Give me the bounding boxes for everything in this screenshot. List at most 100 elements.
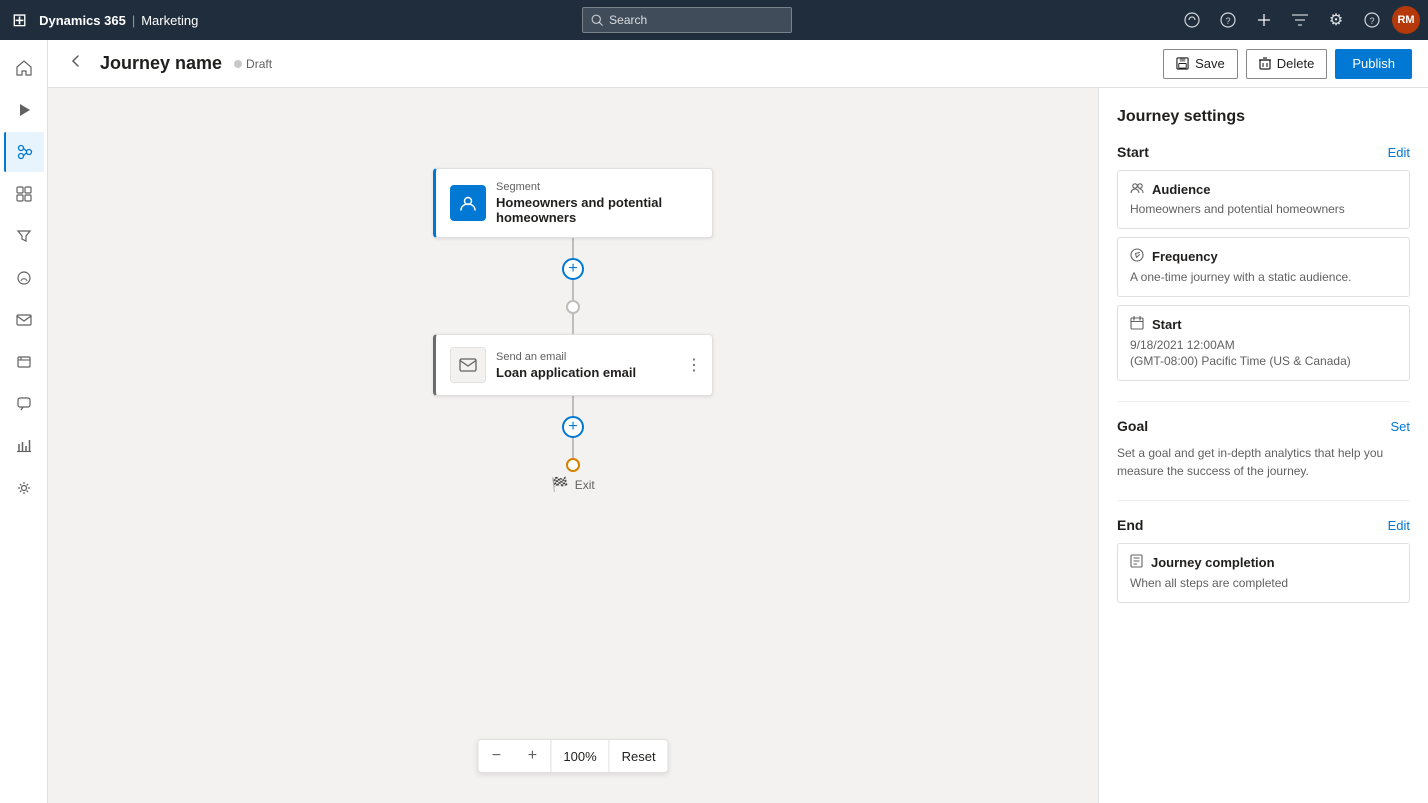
completion-card-icon	[1130, 554, 1143, 571]
audience-card-header: Audience	[1130, 181, 1397, 197]
brand-name: Dynamics 365	[39, 13, 126, 28]
start-edit-link[interactable]: Edit	[1388, 145, 1410, 160]
line-1b	[572, 280, 574, 300]
sidebar-item-email[interactable]	[4, 300, 44, 340]
header-actions: Save Delete Publish	[1163, 49, 1412, 79]
frequency-card-icon	[1130, 248, 1144, 265]
help-icon: ?	[1220, 12, 1236, 28]
insight-icon-btn[interactable]	[1176, 4, 1208, 36]
help-icon-btn[interactable]: ?	[1212, 4, 1244, 36]
sidebar-item-home[interactable]	[4, 48, 44, 88]
add-icon	[1257, 13, 1271, 27]
left-sidebar	[0, 40, 48, 803]
line-1c	[572, 314, 574, 334]
line-2b	[572, 438, 574, 458]
completion-card: Journey completion When all steps are co…	[1117, 543, 1410, 603]
audience-card: Audience Homeowners and potential homeow…	[1117, 170, 1410, 229]
settings-panel: Journey settings Start Edit Audience	[1098, 88, 1428, 803]
draft-dot	[234, 60, 242, 68]
start-time-card: Start 9/18/2021 12:00AM (GMT-08:00) Paci…	[1117, 305, 1410, 382]
zoom-controls: − + 100% Reset	[477, 739, 668, 773]
start-section-title: Start	[1117, 144, 1149, 160]
sidebar-item-funnels[interactable]	[4, 216, 44, 256]
segment-step-name: Homeowners and potential homeowners	[496, 195, 698, 225]
email-step-name: Loan application email	[496, 365, 698, 380]
sidebar-item-chat[interactable]	[4, 384, 44, 424]
settings-divider-2	[1117, 500, 1410, 501]
end-section-title: End	[1117, 517, 1143, 533]
waffle-icon[interactable]: ⊞	[8, 6, 31, 35]
sidebar-item-config[interactable]	[4, 468, 44, 508]
exit-label: Exit	[575, 478, 595, 492]
avatar[interactable]: RM	[1392, 6, 1420, 34]
canvas-area[interactable]: Segment Homeowners and potential homeown…	[48, 88, 1098, 803]
sidebar-item-golive[interactable]	[4, 90, 44, 130]
connector-1: +	[562, 238, 584, 334]
frequency-card-value: A one-time journey with a static audienc…	[1130, 269, 1397, 286]
end-section: End Edit Journey completion When all ste…	[1117, 517, 1410, 603]
circle-node-1	[566, 300, 580, 314]
publish-button[interactable]: Publish	[1335, 49, 1412, 79]
insights-icon	[1184, 12, 1200, 28]
email-step-menu[interactable]: ⋮	[686, 355, 702, 375]
journey-canvas: Segment Homeowners and potential homeown…	[48, 88, 1098, 803]
start-time-card-header: Start	[1130, 316, 1397, 333]
top-nav-icons: ? ⚙ ? RM	[1176, 4, 1420, 36]
settings-icon-btn[interactable]: ⚙	[1320, 4, 1352, 36]
segment-step-type: Segment	[496, 181, 698, 193]
goal-description: Set a goal and get in-depth analytics th…	[1117, 444, 1410, 480]
delete-label: Delete	[1277, 56, 1315, 71]
circle-node-exit	[566, 458, 580, 472]
filter-icon	[1292, 14, 1308, 26]
journey-flow: Segment Homeowners and potential homeown…	[433, 168, 713, 493]
svg-text:?: ?	[1369, 16, 1374, 26]
zoom-out-button[interactable]: −	[478, 740, 514, 772]
sidebar-item-ai[interactable]	[4, 258, 44, 298]
delete-button[interactable]: Delete	[1246, 49, 1328, 79]
start-section: Start Edit Audience Homeowners and poten…	[1117, 144, 1410, 381]
search-placeholder: Search	[609, 13, 647, 27]
audience-card-value: Homeowners and potential homeowners	[1130, 201, 1397, 218]
sidebar-item-segments[interactable]	[4, 174, 44, 214]
save-label: Save	[1195, 56, 1225, 71]
email-icon	[459, 358, 477, 372]
question-icon-btn[interactable]: ?	[1356, 4, 1388, 36]
zoom-in-button[interactable]: +	[514, 740, 550, 772]
segment-step-card[interactable]: Segment Homeowners and potential homeown…	[433, 168, 713, 238]
add-step-button-1[interactable]: +	[562, 258, 584, 280]
connector-2: +	[562, 396, 584, 472]
add-step-button-2[interactable]: +	[562, 416, 584, 438]
zoom-level-display: 100%	[550, 740, 609, 772]
page-title: Journey name	[100, 53, 222, 74]
start-time-card-icon	[1130, 316, 1144, 333]
exit-node: 🏁 Exit	[551, 476, 594, 493]
sidebar-item-journeys[interactable]	[4, 132, 44, 172]
sidebar-item-analytics[interactable]	[4, 426, 44, 466]
start-section-header: Start Edit	[1117, 144, 1410, 160]
email-step-card[interactable]: Send an email Loan application email ⋮	[433, 334, 713, 396]
email-step-type: Send an email	[496, 351, 698, 363]
filter-icon-btn[interactable]	[1284, 4, 1316, 36]
audience-card-title: Audience	[1152, 182, 1211, 197]
goal-set-link[interactable]: Set	[1390, 419, 1410, 434]
main-content: Journey name Draft Save Delete Publish	[48, 40, 1428, 803]
end-edit-link[interactable]: Edit	[1388, 518, 1410, 533]
exit-flag-icon: 🏁	[551, 476, 568, 493]
draft-label: Draft	[246, 57, 272, 71]
goal-section: Goal Set Set a goal and get in-depth ana…	[1117, 418, 1410, 480]
canvas-settings-split: Segment Homeowners and potential homeown…	[48, 88, 1428, 803]
start-time-card-value: 9/18/2021 12:00AM (GMT-08:00) Pacific Ti…	[1130, 337, 1397, 371]
settings-divider-1	[1117, 401, 1410, 402]
zoom-reset-button[interactable]: Reset	[610, 740, 668, 772]
save-button[interactable]: Save	[1163, 49, 1238, 79]
sub-header: Journey name Draft Save Delete Publish	[48, 40, 1428, 88]
sidebar-item-library[interactable]	[4, 342, 44, 382]
brand-separator: |	[132, 13, 135, 28]
completion-card-header: Journey completion	[1130, 554, 1397, 571]
plus-icon-btn[interactable]	[1248, 4, 1280, 36]
svg-text:?: ?	[1225, 16, 1230, 26]
search-box[interactable]: Search	[582, 7, 792, 33]
brand-module: Marketing	[141, 13, 198, 28]
delete-icon	[1259, 57, 1271, 70]
back-button[interactable]	[64, 49, 88, 78]
